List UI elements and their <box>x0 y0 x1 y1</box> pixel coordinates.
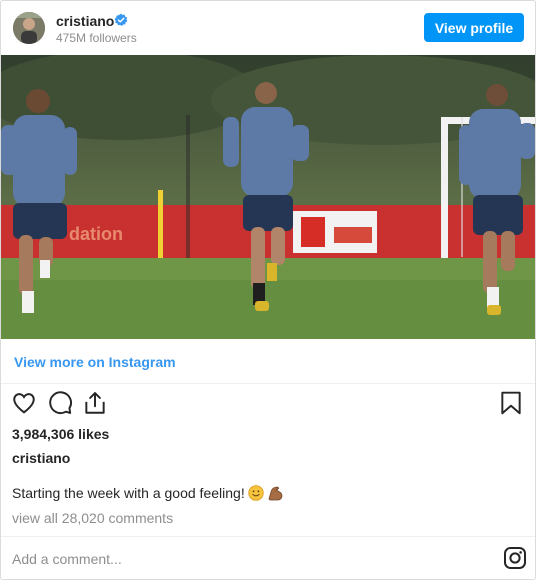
svg-text:dation: dation <box>69 224 123 244</box>
likes-count[interactable]: 3,984,306 likes <box>12 426 109 442</box>
share-icon[interactable] <box>82 390 108 416</box>
view-comments-link[interactable]: view all 28,020 comments <box>12 510 173 526</box>
header-username[interactable]: cristiano <box>56 13 114 29</box>
caption-username[interactable]: cristiano <box>12 450 70 466</box>
smiling-face-icon <box>248 485 264 501</box>
post-header: cristiano 475M followers View profile <box>1 1 535 55</box>
instagram-icon[interactable] <box>503 546 527 570</box>
instagram-embed: cristiano 475M followers View profile da… <box>0 0 536 580</box>
followers-count: 475M followers <box>56 31 137 45</box>
action-bar <box>1 390 535 420</box>
post-caption: Starting the week with a good feeling! <box>12 485 284 501</box>
avatar[interactable] <box>13 12 45 44</box>
heart-icon[interactable] <box>11 390 37 416</box>
post-photo-image: dation <box>1 55 535 339</box>
post-photo[interactable]: dation <box>1 55 535 339</box>
comment-input[interactable] <box>12 548 472 570</box>
comment-bar <box>1 537 535 580</box>
comment-icon[interactable] <box>47 390 73 416</box>
bookmark-icon[interactable] <box>498 390 524 416</box>
view-profile-button[interactable]: View profile <box>424 13 524 42</box>
verified-badge-icon <box>114 13 128 26</box>
divider <box>1 383 535 384</box>
caption-text: Starting the week with a good feeling! <box>12 485 245 501</box>
view-more-link[interactable]: View more on Instagram <box>14 354 176 370</box>
flexed-biceps-icon <box>268 486 283 501</box>
